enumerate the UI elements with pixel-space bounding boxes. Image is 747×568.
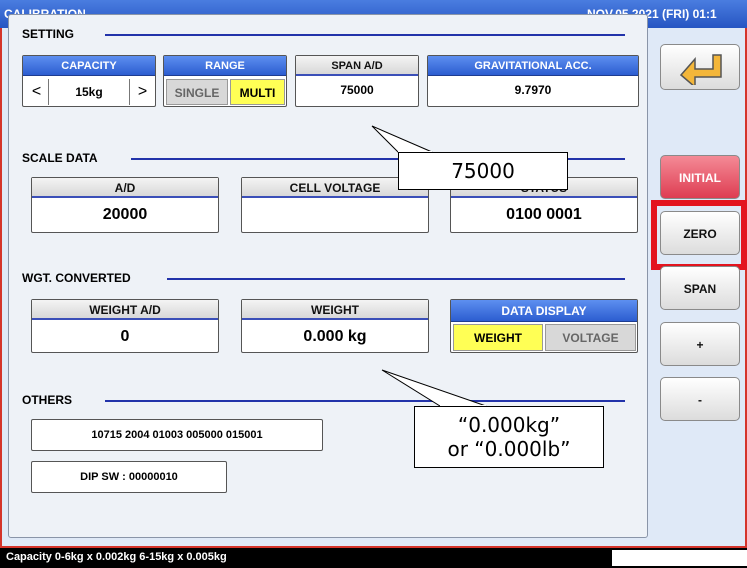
span-value-callout: 75000	[398, 152, 568, 190]
capacity-info-text: Capacity 0-6kg x 0.002kg 6-15kg x 0.005k…	[6, 551, 227, 563]
weight-callout-line1: “0.000kg”	[457, 413, 561, 437]
status-bar-blank-area	[612, 550, 747, 566]
status-bar: Capacity 0-6kg x 0.002kg 6-15kg x 0.005k…	[0, 548, 747, 568]
span-callout-text: 75000	[451, 159, 515, 183]
weight-unit-callout: “0.000kg” or “0.000lb”	[414, 406, 604, 468]
weight-callout-line2: or “0.000lb”	[447, 437, 571, 461]
callout-pointers	[371, 125, 487, 407]
